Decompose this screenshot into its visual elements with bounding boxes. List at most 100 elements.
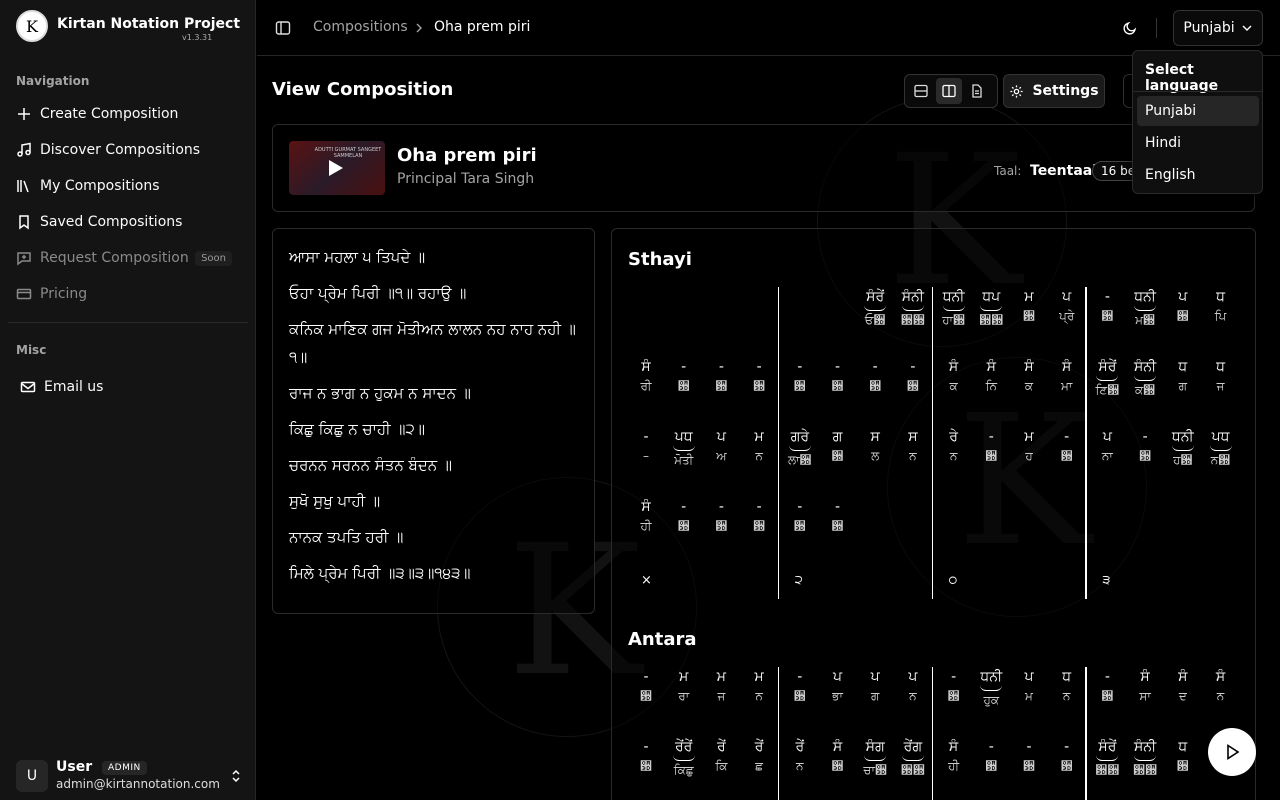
lyric-syllable: ਗ <box>871 689 880 703</box>
message-plus-icon <box>17 252 31 266</box>
lyric-syllable: ਹੀ <box>948 759 960 773</box>
swar-note: - <box>1064 429 1070 445</box>
notation-cell: ਮ ਰਾ <box>666 669 702 703</box>
notation-cell: ਸੰ ਰੀ <box>628 359 664 393</box>
play-button[interactable] <box>1208 728 1256 776</box>
sidebar-item-label: Pricing <box>40 286 88 302</box>
swar-note: - <box>988 739 994 755</box>
notation-cell: ਗ ਽ <box>820 429 856 463</box>
sidebar: K Kirtan Notation Project v1.3.31 Naviga… <box>0 0 256 800</box>
sidebar-item-label: My Compositions <box>40 178 160 194</box>
lyric-syllable: ਹੀ <box>640 519 652 533</box>
notation-cell: - ਽ <box>782 499 818 533</box>
notation-cell: - ਽ <box>857 359 893 393</box>
taali-marker: ੩ <box>1102 573 1111 588</box>
swar-note: - <box>643 739 649 755</box>
swar-note: - <box>951 669 957 685</box>
lyric-line: ਸੁਖੋ ਸੁਖੁ ਪਾਹੀ ॥ <box>289 492 381 510</box>
moon-icon[interactable] <box>1122 20 1138 36</box>
lyric-syllable: ਨ <box>755 689 763 703</box>
lyric-syllable: ਽ <box>1101 689 1114 703</box>
lyric-syllable: ਕ <box>949 379 958 393</box>
sidebar-item-my-compositions[interactable]: My Compositions <box>16 172 240 200</box>
notation-cell: - ਽ <box>741 499 777 533</box>
app-title: Kirtan Notation Project <box>57 16 241 32</box>
section-title-antara: Antara <box>628 629 697 650</box>
swar-note: - <box>797 499 803 515</box>
app-version: v1.3.31 <box>182 33 213 42</box>
notation-cell: ਸੰ ਽ <box>820 739 856 773</box>
notation-cell: ਧਜ <box>1203 359 1239 393</box>
swar-note: ਧ <box>1216 289 1225 305</box>
notation-cell: ਪ ਨਾ <box>1089 429 1125 463</box>
notation-cell: ਸੰ ਹੀ <box>628 499 664 533</box>
sidebar-item-create-composition[interactable]: Create Composition <box>16 100 240 128</box>
sidebar-toggle-icon[interactable] <box>275 20 291 36</box>
sidebar-item-saved-compositions[interactable]: Saved Compositions <box>16 208 240 236</box>
notation-cell: ਸਲ <box>857 429 893 463</box>
brand[interactable]: K Kirtan Notation Project v1.3.31 <box>16 10 240 42</box>
sidebar-item-email-us[interactable]: Email us <box>20 373 244 401</box>
vibhag-bar <box>777 287 780 599</box>
avatar: U <box>16 760 48 792</box>
layout-columns-button[interactable] <box>936 78 962 104</box>
swar-note: ਸ <box>908 429 918 445</box>
sidebar-item-request-composition[interactable]: Request Composition Soon <box>16 244 240 272</box>
breadcrumb-compositions[interactable]: Compositions <box>313 19 408 35</box>
sidebar-divider <box>8 322 248 323</box>
sidebar-item-pricing[interactable]: Pricing <box>16 280 240 308</box>
video-thumbnail[interactable]: ADUTTI GURMAT SANGEET SAMMELAN <box>289 141 385 195</box>
language-option-punjabi[interactable]: Punjabi <box>1137 96 1259 126</box>
language-select[interactable]: Punjabi <box>1173 10 1263 46</box>
credit-card-icon <box>16 288 32 300</box>
taal-value: Teentaal <box>1030 163 1098 179</box>
lyric-syllable: ਹ਽ <box>1173 453 1193 467</box>
composition-author: Principal Tara Singh <box>397 171 535 187</box>
lyric-syllable: ਽ <box>753 519 766 533</box>
swar-note: ਧ <box>1216 359 1225 375</box>
user-menu[interactable]: U User ADMIN admin@kirtannotation.com <box>16 758 244 794</box>
swar-note: ਪ <box>832 669 843 685</box>
meend-arc <box>672 445 695 451</box>
lyric-syllable: – <box>643 449 649 463</box>
language-option-english[interactable]: English <box>1137 160 1259 190</box>
notation-cell: - ਽ <box>936 669 972 703</box>
lyric-syllable: ਛ <box>755 759 764 773</box>
swar-note: - <box>872 359 878 375</box>
swar-note: ਧ <box>1178 739 1188 755</box>
swar-note: ਰੇਂ <box>754 739 764 755</box>
layout-document-button[interactable] <box>964 78 990 104</box>
lyric-syllable: ਽ <box>985 449 998 463</box>
lyric-syllable: ਽ <box>715 519 728 533</box>
lyric-syllable: ਹਾ਽ <box>942 313 965 327</box>
lyric-syllable: ਹ <box>1025 449 1033 463</box>
layout-rows-button[interactable] <box>908 78 934 104</box>
notation-cell: - ਽ <box>741 359 777 393</box>
lyric-syllable: ਽ <box>831 449 844 463</box>
swar-note: ਸੰ <box>948 739 959 755</box>
settings-button[interactable]: Settings <box>1003 74 1105 108</box>
vibhag-bar <box>931 667 934 800</box>
swar-note: - <box>718 359 724 375</box>
notation-cell: - – <box>628 429 664 463</box>
sidebar-item-label: Saved Compositions <box>40 214 183 230</box>
notation-cell: ਸੰਰੇਂ ਽਽ <box>1089 739 1125 777</box>
gear-icon <box>1010 84 1024 98</box>
notation-cell: ਸੰ ਸਾ <box>1127 669 1163 703</box>
language-option-hindi[interactable]: Hindi <box>1137 128 1259 158</box>
meend-arc <box>1209 445 1232 451</box>
lyric-syllable: ਕਿ <box>715 759 728 773</box>
notation-cell: - ਽ <box>628 669 664 703</box>
lyric-syllable: ਽ <box>1023 759 1035 773</box>
notation-cell: ਰੇ ਨ <box>936 429 972 463</box>
sidebar-item-discover-compositions[interactable]: Discover Compositions <box>16 136 240 164</box>
notation-cell: ਰੇਂ ਨ <box>782 739 818 773</box>
meend-arc <box>1134 375 1157 381</box>
lyric-syllable: ਽ <box>793 689 806 703</box>
notation-cell: - ਽ <box>973 429 1009 463</box>
lyric-syllable: ਮਾ <box>1061 379 1073 393</box>
lyric-syllable: ਨ਽ <box>1210 453 1231 467</box>
swar-note: - <box>988 429 994 445</box>
swar-note: - <box>834 499 841 515</box>
lyric-syllable: ਽਽ <box>1095 763 1120 777</box>
